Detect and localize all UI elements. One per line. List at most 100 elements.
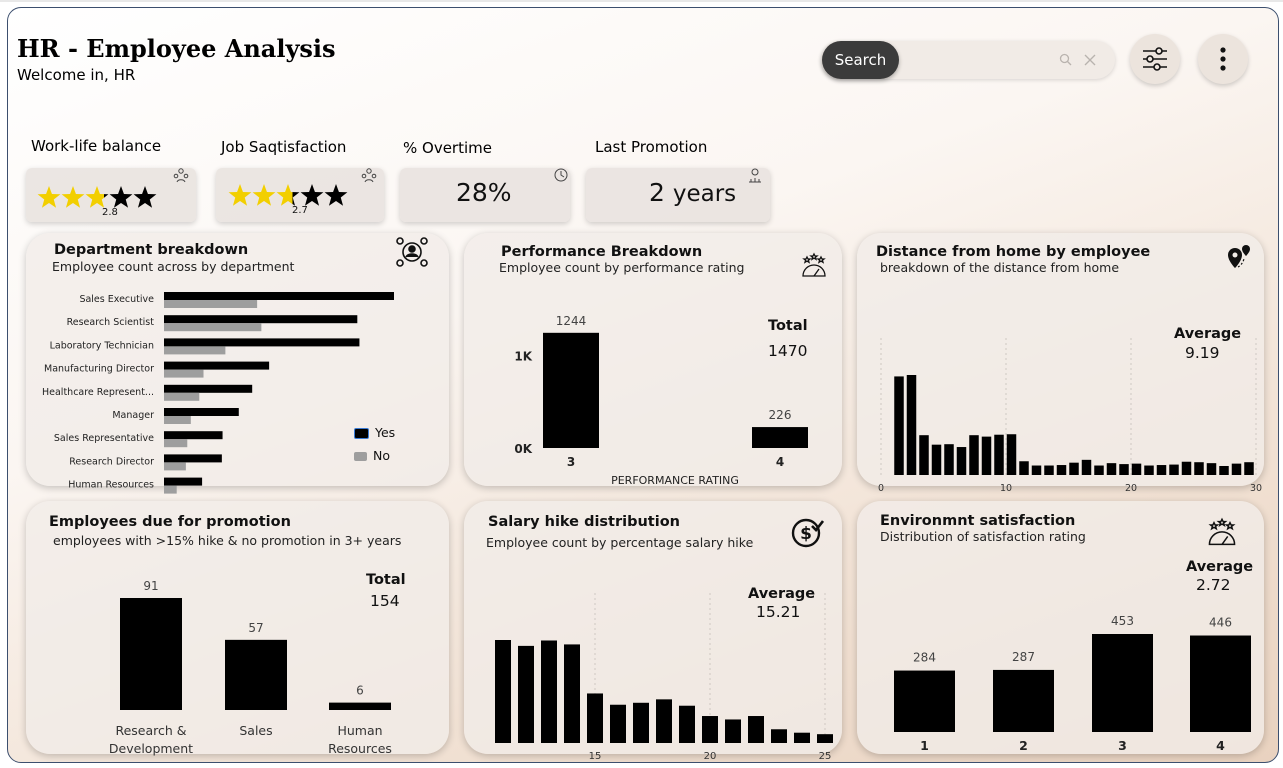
work-life-star-4 [109, 186, 133, 208]
distance-bar [1219, 465, 1229, 475]
environment-data-label: 446 [1209, 616, 1232, 630]
last-promotion-number: 2 [649, 178, 665, 207]
environment-bar [1092, 634, 1153, 732]
department-bar-yes [164, 315, 358, 324]
rating-gauge-icon [802, 252, 826, 277]
salary-xtick-label: 20 [704, 751, 717, 762]
performance-bar [752, 427, 808, 448]
work-life-star-3 [85, 186, 109, 208]
distance-bar [1231, 463, 1242, 475]
distance-bar [1244, 462, 1254, 475]
department-bar-no [164, 416, 191, 424]
distance-bar [1169, 464, 1179, 475]
environment-average-value: 2.72 [1196, 576, 1231, 594]
environment-data-label: 287 [1012, 650, 1035, 664]
distance-bar [944, 444, 954, 475]
department-tick-label: Research Scientist [67, 317, 155, 328]
distance-bar [994, 434, 1004, 475]
distance-bar [981, 436, 992, 475]
department-bar-no [164, 369, 204, 378]
team-icon [173, 168, 189, 183]
environment-bar [1190, 635, 1251, 732]
performance-data-label: 226 [769, 408, 792, 422]
environment-panel-title: Environmnt satisfaction [880, 513, 1076, 529]
salary-bar [725, 719, 741, 743]
distance-bar [1081, 459, 1092, 475]
legend-label-yes: Yes [375, 425, 396, 440]
performance-ytick-label: 0K [514, 442, 532, 456]
department-bar-no [164, 392, 200, 401]
department-bar-yes [164, 408, 239, 416]
salary-bar [771, 729, 787, 743]
top-divider [0, 0, 1283, 2]
last-promotion-unit: years [672, 181, 737, 207]
environment-panel-subtitle: Distribution of satisfaction rating [880, 529, 1086, 544]
department-bar-no [164, 485, 177, 494]
distance-bar [1031, 465, 1042, 475]
promotion-xtick-label: Human [337, 723, 382, 738]
promotion-bar [225, 639, 287, 710]
distance-bar [1144, 465, 1154, 475]
more-options-button[interactable] [1198, 34, 1248, 84]
salary-bar [748, 716, 764, 743]
salary-chart: 15 20 25 [495, 593, 833, 762]
work-life-star-2 [61, 186, 85, 208]
performance-chart: 0K 1K 1244 3 226 4 PERFORMANCE RATING [514, 314, 808, 487]
salary-xtick-label: 25 [819, 751, 832, 762]
job-satisfaction-star-1 [228, 184, 252, 206]
job-satisfaction-star-5 [324, 184, 348, 206]
kpi-label-job-satisfaction: Job Saqtisfaction [221, 138, 347, 156]
department-bar-yes [164, 384, 253, 393]
person-network-icon [396, 237, 428, 267]
search-button[interactable]: Search [822, 41, 899, 79]
distance-bar [906, 375, 917, 475]
environment-xtick-label: 4 [1216, 738, 1225, 753]
department-bar-no [164, 323, 262, 332]
page-title: HR - Employee Analysis [17, 34, 336, 63]
legend-item-yes: Yes [354, 425, 395, 440]
work-life-rating-value: 2.8 [102, 207, 118, 218]
last-promotion-value: 2 years [649, 178, 736, 207]
department-bar-yes [164, 292, 394, 300]
work-life-star-5 [133, 186, 157, 208]
salary-bar [656, 699, 672, 743]
salary-bar [679, 705, 695, 743]
distance-bar [894, 376, 904, 475]
promotion-xtick-label: Resources [328, 741, 392, 756]
job-satisfaction-star-2 [252, 184, 276, 206]
work-life-star-1 [37, 186, 61, 208]
filters-button[interactable] [1130, 34, 1180, 84]
salary-bar [564, 644, 580, 743]
legend-item-no: No [354, 448, 390, 463]
dollar-check-icon: $ [791, 518, 824, 548]
department-bar-no [164, 346, 226, 355]
distance-bar [1131, 463, 1142, 475]
job-satisfaction-rating-value: 2.7 [292, 205, 308, 216]
search-icon[interactable] [1058, 52, 1074, 68]
distance-bar [1181, 461, 1192, 475]
clock-cycle-icon [554, 168, 568, 182]
performance-data-label: 1244 [556, 314, 587, 328]
legend-swatch-no [354, 452, 367, 461]
salary-bar [495, 640, 511, 743]
svg-text:$: $ [800, 524, 812, 544]
salary-xtick-label: 15 [589, 751, 602, 762]
performance-panel-title: Performance Breakdown [501, 244, 703, 260]
promotion-xtick-label: Development [109, 741, 193, 756]
clear-icon[interactable] [1082, 52, 1098, 68]
performance-xtick-label: 4 [776, 455, 784, 469]
rating-gauge-icon [1208, 517, 1236, 546]
promotion-panel-title: Employees due for promotion [49, 514, 291, 530]
department-bar-yes [164, 477, 203, 486]
department-panel-title: Department breakdown [54, 242, 249, 258]
distance-chart: 0 10 20 30 [878, 338, 1262, 494]
distance-bar [1106, 463, 1117, 475]
kpi-label-work-life: Work-life balance [31, 137, 162, 155]
job-satisfaction-star-3 [276, 184, 300, 206]
salary-bar [817, 734, 833, 743]
environment-chart: 284 1 287 2 453 3 446 4 [894, 614, 1251, 753]
department-bar-yes [164, 338, 360, 347]
department-tick-label: Sales Executive [79, 294, 154, 305]
map-pin-icon [1228, 245, 1250, 268]
distance-bar [969, 435, 979, 475]
